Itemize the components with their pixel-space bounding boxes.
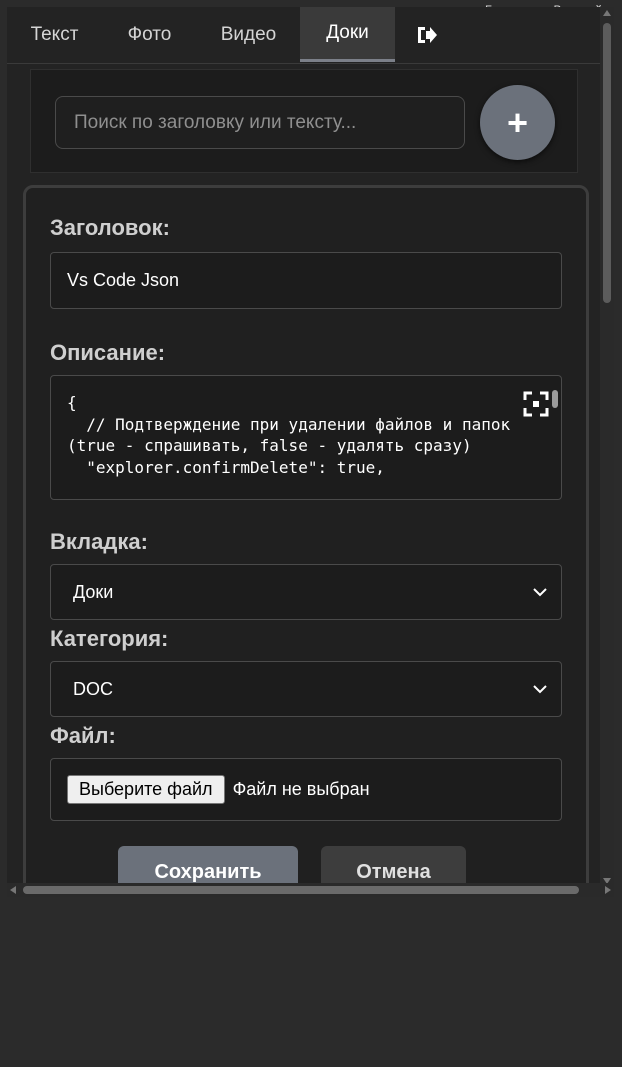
description-textarea[interactable]: { // Подтверждение при удалении файлов и… [50, 375, 562, 500]
file-status: Файл не выбран [232, 779, 370, 799]
tab-video[interactable]: Видео [197, 7, 300, 62]
file-label: Файл: [50, 723, 116, 748]
chevron-down-icon [533, 685, 547, 694]
search-input[interactable]: Поиск по заголовку или тексту... [55, 96, 465, 149]
description-scrollbar[interactable] [551, 378, 559, 488]
title-value: Vs Code Json [67, 270, 180, 290]
tab-select-label: Вкладка: [50, 529, 148, 554]
tab-docs[interactable]: Доки [300, 7, 395, 62]
document-form: Заголовок: Vs Code Json Описание: { // П… [23, 185, 589, 897]
description-label: Описание: [50, 340, 166, 365]
tab-select[interactable]: Доки [50, 564, 562, 620]
file-input: Выберите файл Файл не выбран [50, 758, 562, 821]
search-panel: Поиск по заголовку или тексту... + [30, 69, 578, 173]
chevron-down-icon [533, 588, 547, 597]
title-label: Заголовок: [50, 215, 170, 240]
fullscreen-icon[interactable] [523, 391, 549, 417]
tab-text[interactable]: Текст [7, 7, 102, 62]
horizontal-scroll-thumb[interactable] [23, 886, 579, 894]
tab-photo[interactable]: Фото [102, 7, 197, 62]
tab-select-value: Доки [73, 581, 114, 602]
logout-button[interactable] [395, 7, 457, 62]
add-button[interactable]: + [480, 85, 555, 160]
horizontal-scrollbar[interactable] [7, 883, 614, 897]
category-select[interactable]: DOC [50, 661, 562, 717]
app-window: Текст Фото Видео Доки Поиск по заголовку… [7, 7, 600, 897]
vertical-scroll-thumb[interactable] [603, 23, 611, 303]
title-input[interactable]: Vs Code Json [50, 252, 562, 309]
tab-bar: Текст Фото Видео Доки [7, 7, 600, 64]
scroll-left-arrow[interactable] [10, 886, 16, 894]
scroll-right-arrow[interactable] [605, 886, 611, 894]
scroll-up-arrow[interactable] [603, 10, 611, 16]
category-value: DOC [73, 678, 113, 699]
description-value: { // Подтверждение при удалении файлов и… [67, 393, 511, 477]
category-label: Категория: [50, 626, 169, 651]
logout-icon [418, 26, 437, 43]
vertical-scrollbar[interactable] [600, 7, 614, 887]
search-placeholder: Поиск по заголовку или тексту... [74, 111, 357, 133]
choose-file-button[interactable]: Выберите файл [67, 775, 225, 804]
